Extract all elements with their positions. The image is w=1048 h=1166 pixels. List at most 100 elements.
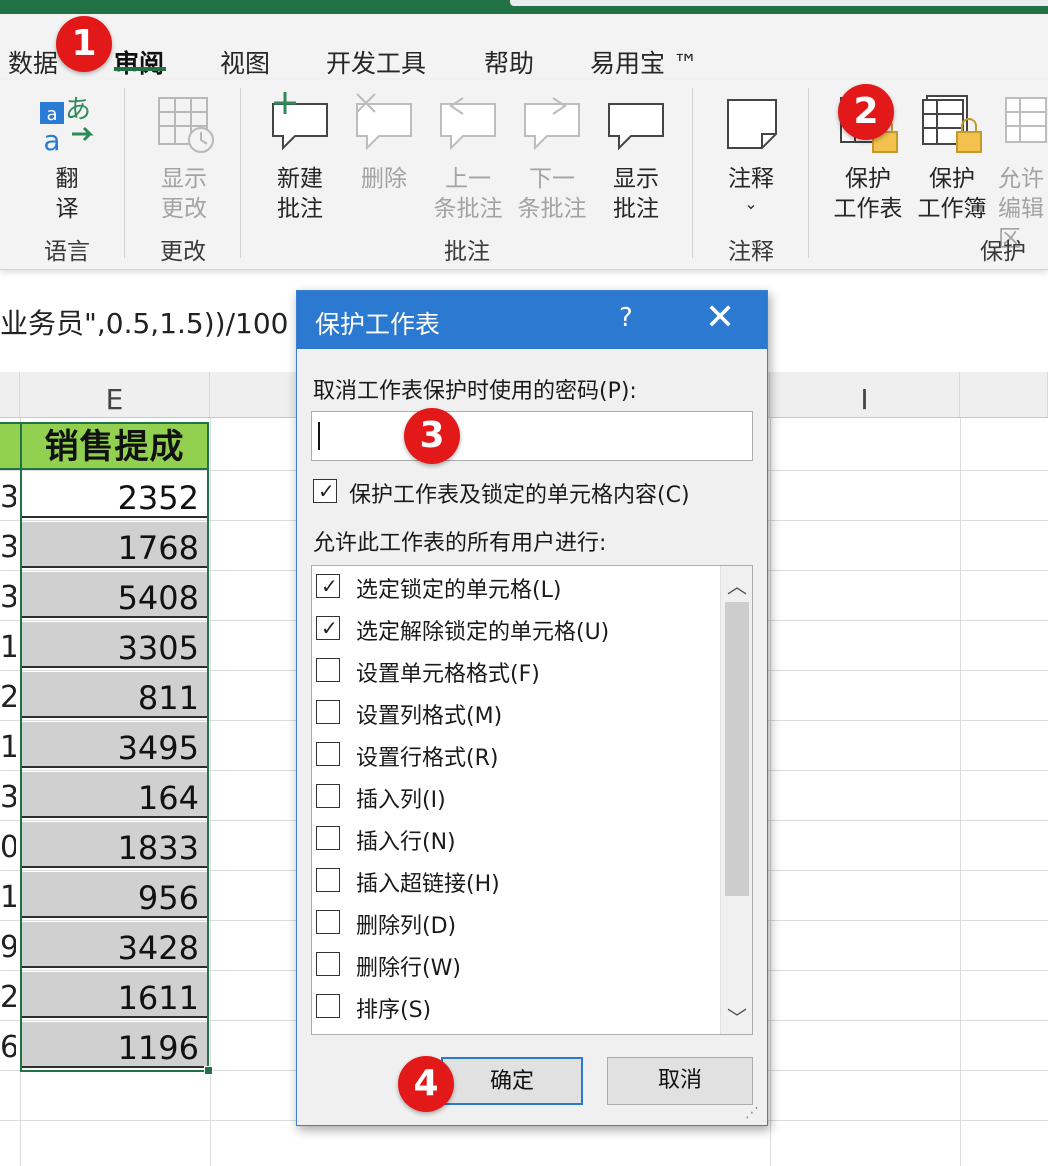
tab-review[interactable]: 审阅	[114, 44, 164, 80]
next-comment-label: 下一 条批注	[517, 166, 587, 222]
checkmark-icon: ✓	[321, 616, 338, 640]
permission-checkbox[interactable]	[316, 952, 340, 976]
permission-checkbox[interactable]	[316, 784, 340, 808]
ribbon-tabs: 数据 审阅 视图 开发工具 帮助 易用宝 ™	[0, 14, 1048, 80]
protect-sheet-dialog: 保护工作表 ? ✕ 取消工作表保护时使用的密码(P): ✓ 保护工作表及锁定的单…	[296, 290, 768, 1126]
permission-option[interactable]: 插入列(I)	[312, 776, 717, 816]
left-column-cell[interactable]: 2	[0, 972, 16, 1018]
password-input[interactable]	[311, 411, 753, 461]
permission-option[interactable]: 插入超链接(H)	[312, 860, 717, 900]
left-column-cell[interactable]: 6	[0, 1022, 16, 1068]
protect-contents-checkbox[interactable]: ✓	[313, 479, 337, 503]
show-comments-icon	[608, 103, 664, 151]
checkmark-icon: ✓	[321, 574, 338, 598]
checkmark-icon: ✓	[318, 479, 335, 503]
tab-yiyongbao[interactable]: 易用宝 ™	[590, 44, 698, 80]
ribbon-separator	[124, 88, 125, 258]
permission-option[interactable]: 设置单元格格式(F)	[312, 650, 717, 690]
left-column-cell[interactable]: 2	[0, 672, 16, 718]
group-changes-label: 更改	[160, 239, 206, 265]
permission-option[interactable]: 设置列格式(M)	[312, 692, 717, 732]
new-comment-button[interactable]: 新建 批注	[264, 90, 336, 224]
left-column-cell[interactable]: 3	[0, 522, 16, 568]
next-comment-button[interactable]: 下一 条批注	[514, 90, 590, 224]
notes-button[interactable]: 注释 ⌄	[718, 90, 784, 214]
help-icon[interactable]: ?	[619, 303, 633, 333]
dialog-title-bar[interactable]: 保护工作表 ? ✕	[297, 291, 767, 349]
permission-checkbox[interactable]: ✓	[316, 616, 340, 640]
left-column-cell[interactable]: 1	[0, 872, 16, 918]
tab-view[interactable]: 视图	[220, 44, 270, 80]
tab-developer[interactable]: 开发工具	[326, 44, 426, 80]
scrollbar-thumb[interactable]	[725, 602, 749, 896]
left-column-cell[interactable]: 1	[0, 622, 16, 668]
column-header-d[interactable]	[0, 372, 20, 418]
protect-sheet-label: 保护 工作表	[833, 166, 903, 222]
new-comment-icon	[272, 92, 328, 151]
protect-workbook-label: 保护 工作簿	[917, 166, 987, 222]
left-column-cell[interactable]: 9	[0, 922, 16, 968]
group-notes-label: 注释	[728, 239, 774, 265]
resize-grip-icon[interactable]: ⋰	[745, 1105, 759, 1121]
permission-checkbox[interactable]: ✓	[316, 574, 340, 598]
header-cell-sales-commission[interactable]: 销售提成	[20, 422, 209, 470]
permissions-list[interactable]: ✓ 选定锁定的单元格(L) ✓ 选定解除锁定的单元格(U) 设置单元格格式(F) 设置列格…	[311, 565, 753, 1035]
column-header-i[interactable]: I	[770, 372, 960, 418]
translate-button[interactable]: a あ a 翻 译	[30, 90, 104, 224]
header-cell-d[interactable]	[0, 422, 20, 470]
svg-text:あ: あ	[65, 95, 91, 125]
show-changes-button[interactable]: 显示 更改	[146, 90, 222, 224]
permission-option[interactable]: 删除行(W)	[312, 944, 717, 984]
allow-edit-ranges-button[interactable]: 允许 编辑区	[998, 90, 1048, 254]
ribbon-separator	[808, 88, 809, 258]
permission-checkbox[interactable]	[316, 742, 340, 766]
ok-button[interactable]: 确定	[441, 1057, 583, 1105]
permission-checkbox[interactable]	[316, 658, 340, 682]
chevron-down-icon[interactable]: ﹀	[727, 1002, 747, 1031]
permission-option[interactable]: 排序(S)	[312, 986, 717, 1026]
formula-bar-text[interactable]: 业务员",0.5,1.5))/100	[0, 296, 300, 352]
permission-label: 选定解除锁定的单元格(U)	[356, 620, 610, 645]
tab-data[interactable]: 数据	[8, 44, 58, 80]
selection-border	[20, 470, 209, 1072]
permission-checkbox[interactable]	[316, 910, 340, 934]
permission-option[interactable]: ✓ 选定锁定的单元格(L)	[312, 566, 717, 606]
permission-option[interactable]: 设置行格式(R)	[312, 734, 717, 774]
fill-handle[interactable]	[204, 1066, 213, 1075]
permission-checkbox[interactable]	[316, 826, 340, 850]
left-column-cell[interactable]: 3	[0, 572, 16, 618]
list-scrollbar[interactable]: ︿ ﹀	[720, 566, 752, 1034]
translate-label: 翻 译	[55, 166, 79, 222]
permission-checkbox[interactable]	[316, 994, 340, 1018]
group-protect-label: 保护	[980, 239, 1026, 265]
close-icon[interactable]: ✕	[705, 297, 735, 338]
chevron-up-icon[interactable]: ︿	[727, 570, 747, 599]
permission-option[interactable]: 删除列(D)	[312, 902, 717, 942]
permission-label: 插入列(I)	[356, 788, 446, 813]
cancel-button[interactable]: 取消	[607, 1057, 753, 1105]
permission-checkbox[interactable]	[316, 700, 340, 724]
column-header-j[interactable]	[960, 372, 1048, 418]
column-header-e[interactable]: E	[20, 372, 210, 418]
permission-label: 设置行格式(R)	[356, 746, 499, 771]
left-column-cell[interactable]: 3	[0, 772, 16, 818]
permission-option[interactable]: ✓ 选定解除锁定的单元格(U)	[312, 608, 717, 648]
show-comments-button[interactable]: 显示 批注	[600, 90, 672, 224]
chevron-down-icon: ⌄	[744, 194, 758, 213]
permission-checkbox[interactable]	[316, 868, 340, 892]
left-column-cell[interactable]: 3	[0, 472, 16, 518]
delete-comment-button[interactable]: 删除	[348, 90, 420, 194]
left-column-cell[interactable]: 1	[0, 722, 16, 768]
permission-label: 插入行(N)	[356, 830, 456, 855]
permission-label: 插入超链接(H)	[356, 872, 500, 897]
left-column-cell[interactable]: 0	[0, 822, 16, 868]
translate-icon: a あ a	[40, 95, 94, 157]
previous-comment-button[interactable]: 上一 条批注	[430, 90, 506, 224]
grid-column-line	[960, 418, 961, 1166]
permission-option[interactable]: 插入行(N)	[312, 818, 717, 858]
protect-workbook-button[interactable]: 保护 工作簿	[914, 90, 990, 224]
new-comment-label: 新建 批注	[277, 166, 323, 222]
tab-help[interactable]: 帮助	[484, 44, 534, 80]
svg-text:a: a	[46, 104, 57, 125]
notes-label: 注释	[728, 166, 774, 192]
